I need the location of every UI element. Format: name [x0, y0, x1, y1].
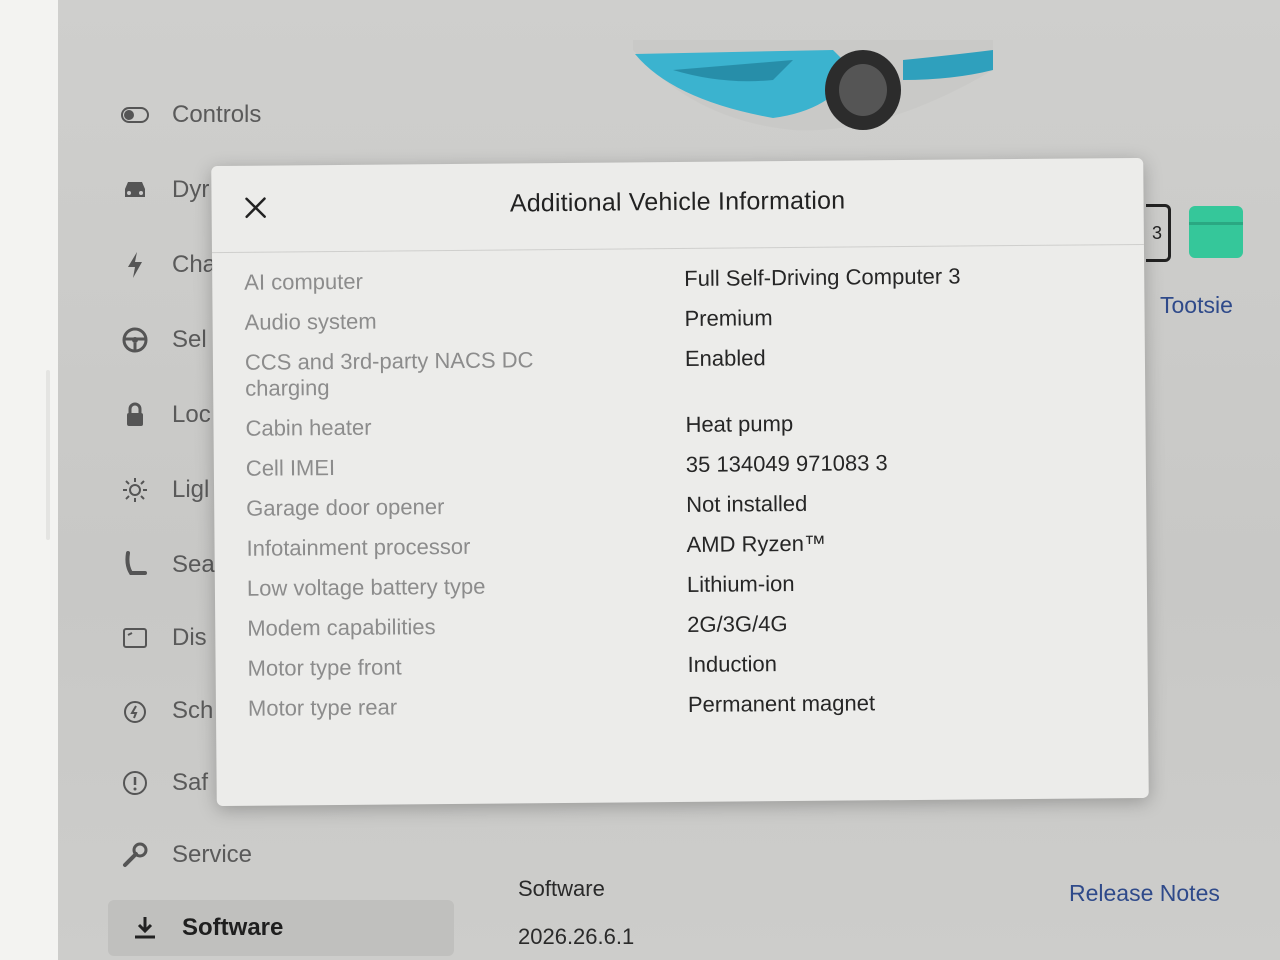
- sidebar-item-dynamics[interactable]: Dyr: [120, 175, 209, 205]
- bolt-icon: [120, 250, 150, 280]
- software-section-label: Software: [518, 876, 605, 901]
- swatch-stripe: [1189, 222, 1243, 225]
- info-row-battery-type: Low voltage battery type Lithium-ion: [247, 568, 1107, 602]
- info-key: Motor type rear: [247, 694, 398, 721]
- lock-icon: [120, 400, 150, 430]
- modal-title: Additional Vehicle Information: [509, 186, 846, 218]
- info-value: Not installed: [686, 490, 808, 517]
- info-row-garage-door: Garage door opener Not installed: [246, 488, 1106, 522]
- info-row-motor-rear: Motor type rear Permanent magnet: [248, 688, 1108, 722]
- sidebar-item-label: Sea: [172, 551, 215, 578]
- info-key: AI computer: [244, 268, 363, 295]
- info-row-dc-charging: CCS and 3rd-party NACS DC charging Enabl…: [245, 342, 1105, 402]
- software-version: 2026.26.6.1: [518, 924, 635, 949]
- sidebar-item-schedule[interactable]: Sch: [120, 696, 213, 726]
- additional-vehicle-info-modal: Additional Vehicle Information AI comput…: [211, 157, 1149, 807]
- info-key: Motor type front: [247, 654, 402, 681]
- display-icon: [120, 623, 150, 653]
- info-value: Induction: [687, 651, 777, 677]
- sidebar-item-label: Dyr: [172, 176, 210, 203]
- sidebar-item-seats[interactable]: Sea: [120, 550, 215, 580]
- release-notes-link[interactable]: Release Notes: [1069, 880, 1220, 907]
- info-value: Lithium-ion: [686, 571, 795, 597]
- info-key: Garage door opener: [246, 494, 445, 521]
- vehicle-badge: 3: [1146, 204, 1171, 262]
- sidebar-item-label: Sch: [172, 697, 214, 724]
- info-row-cell-imei: Cell IMEI 35 134049 971083 3: [246, 448, 1106, 482]
- sidebar-item-lights[interactable]: Ligl: [120, 475, 209, 505]
- sidebar-item-service[interactable]: Service: [120, 840, 252, 870]
- info-key: Audio system: [244, 308, 377, 335]
- download-icon: [130, 913, 160, 943]
- sidebar-item-safety[interactable]: Saf: [120, 768, 208, 798]
- info-key: Modem capabilities: [247, 614, 436, 641]
- vehicle-name-link[interactable]: Tootsie: [1160, 292, 1233, 319]
- info-value: Full Self-Driving Computer 3: [684, 263, 961, 291]
- info-value: 35 134049 971083 3: [685, 450, 888, 477]
- seat-icon: [120, 550, 150, 580]
- sidebar-item-label: Service: [172, 841, 253, 868]
- sidebar-item-label: Saf: [172, 769, 209, 796]
- sidebar-item-label: Loc: [172, 401, 211, 428]
- scroll-indicator: [46, 370, 50, 540]
- modal-header: Additional Vehicle Information: [211, 157, 1144, 254]
- sidebar-item-self-driving[interactable]: Sel: [120, 325, 207, 355]
- info-value: Premium: [684, 305, 773, 331]
- sidebar-item-charging[interactable]: Cha: [120, 250, 216, 280]
- info-value: AMD Ryzen™: [686, 530, 827, 557]
- wrench-icon: [120, 840, 150, 870]
- info-key: Cabin heater: [245, 414, 372, 441]
- alert-circle-icon: [120, 768, 150, 798]
- toggle-icon: [120, 100, 150, 130]
- info-value: 2G/3G/4G: [687, 611, 788, 637]
- info-value: Enabled: [684, 345, 766, 371]
- info-row-ai-computer: AI computer Full Self-Driving Computer 3: [244, 262, 1104, 296]
- car-icon: [120, 175, 150, 205]
- sidebar-item-label: Sel: [172, 326, 207, 353]
- info-value: Heat pump: [685, 411, 794, 437]
- sidebar-item-label: Ligl: [172, 476, 210, 503]
- sidebar-item-label: Software: [182, 914, 284, 941]
- vehicle-image: [633, 40, 993, 131]
- steering-wheel-icon: [120, 325, 150, 355]
- info-row-cabin-heater: Cabin heater Heat pump: [245, 408, 1105, 442]
- sidebar-item-controls[interactable]: Controls: [120, 100, 261, 130]
- sidebar-item-display[interactable]: Dis: [120, 623, 207, 653]
- info-row-audio-system: Audio system Premium: [244, 302, 1104, 336]
- info-row-motor-front: Motor type front Induction: [248, 648, 1108, 682]
- sidebar-item-locks[interactable]: Loc: [120, 400, 211, 430]
- info-key: Infotainment processor: [246, 533, 471, 561]
- sidebar-item-label: Dis: [172, 624, 207, 651]
- clock-bolt-icon: [120, 696, 150, 726]
- paint-color-swatch: [1189, 206, 1243, 258]
- info-value: Permanent magnet: [687, 690, 876, 717]
- info-key: Cell IMEI: [245, 455, 336, 481]
- info-table: AI computer Full Self-Driving Computer 3…: [244, 262, 1108, 735]
- sidebar-item-label: Controls: [172, 101, 262, 128]
- info-key: Low voltage battery type: [246, 573, 486, 601]
- info-row-modem: Modem capabilities 2G/3G/4G: [247, 608, 1107, 642]
- sun-icon: [120, 475, 150, 505]
- sidebar-item-label: Cha: [172, 251, 217, 278]
- sidebar-item-software[interactable]: Software: [108, 900, 454, 956]
- info-row-infotainment: Infotainment processor AMD Ryzen™: [246, 528, 1106, 562]
- info-key: CCS and 3rd-party NACS DC charging: [244, 347, 534, 401]
